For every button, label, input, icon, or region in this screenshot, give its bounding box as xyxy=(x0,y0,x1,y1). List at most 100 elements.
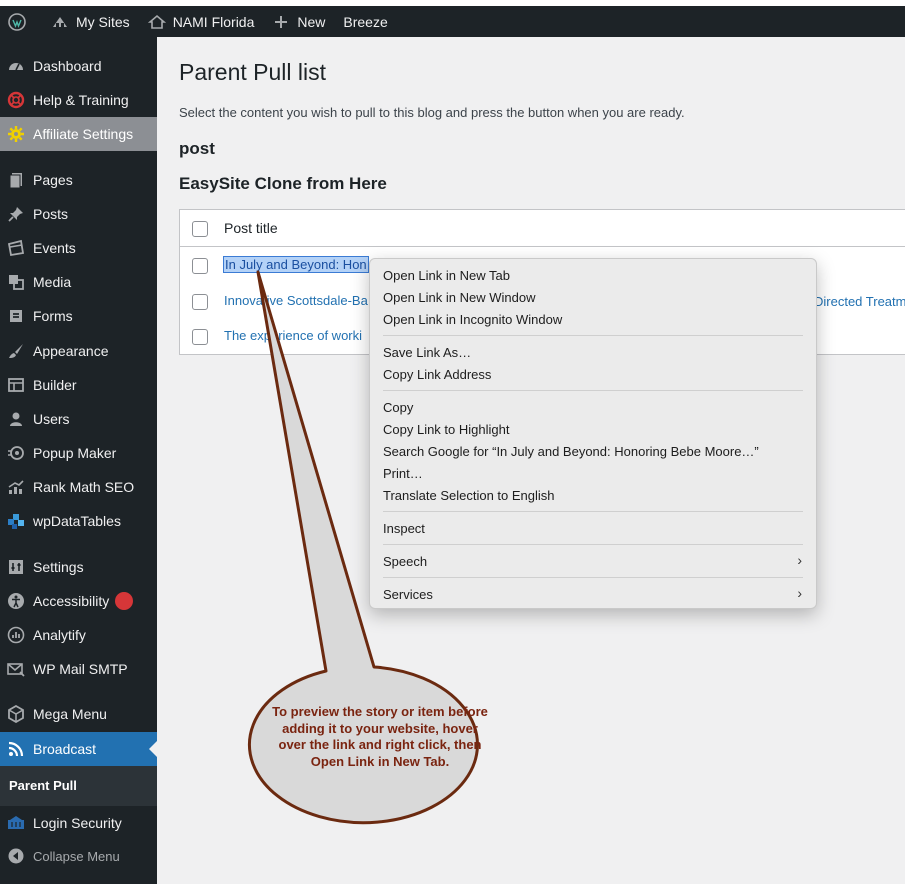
menu-item-open-new-tab[interactable]: Open Link in New Tab xyxy=(383,268,510,283)
collapse-icon xyxy=(6,846,26,866)
sidebar-item-label: Builder xyxy=(33,377,77,393)
page-title: Parent Pull list xyxy=(179,59,327,85)
sidebar-item-label: Rank Math SEO xyxy=(33,479,135,495)
analytics-icon xyxy=(6,625,26,645)
sidebar-item-label: Broadcast xyxy=(33,741,97,757)
select-all-checkbox[interactable] xyxy=(192,221,208,237)
pin-icon xyxy=(6,204,26,224)
menu-item-copy-link-address[interactable]: Copy Link Address xyxy=(383,367,491,382)
pages-icon xyxy=(6,170,26,190)
menu-item-inspect[interactable]: Inspect xyxy=(383,521,425,536)
sidebar-item-forms[interactable]: Forms xyxy=(0,299,157,333)
menu-item-save-link-as[interactable]: Save Link As… xyxy=(383,345,471,360)
sidebar-item-users[interactable]: Users xyxy=(0,402,157,436)
sidebar-item-label: Appearance xyxy=(33,343,109,359)
sidebar-item-media[interactable]: Media xyxy=(0,265,157,299)
events-icon xyxy=(6,238,26,258)
sidebar-item-appearance[interactable]: Appearance xyxy=(0,334,157,368)
table-row-link[interactable]: In July and Beyond: Hon xyxy=(223,256,369,273)
sidebar-item-label: Users xyxy=(33,411,70,427)
sidebar-item-pages[interactable]: Pages xyxy=(0,163,157,197)
sidebar-item-broadcast[interactable]: Broadcast xyxy=(0,732,157,766)
menu-item-search-google[interactable]: Search Google for “In July and Beyond: H… xyxy=(383,444,759,459)
sidebar-item-rank-math-seo[interactable]: Rank Math SEO xyxy=(0,470,157,504)
column-post-title[interactable]: Post title xyxy=(224,220,278,236)
sidebar-item-popup-maker[interactable]: Popup Maker xyxy=(0,436,157,470)
gear-icon xyxy=(6,124,26,144)
chart-icon xyxy=(6,477,26,497)
settings-icon xyxy=(6,557,26,577)
sidebar-item-builder[interactable]: Builder xyxy=(0,368,157,402)
row-checkbox[interactable] xyxy=(192,258,208,274)
submenu-item-parent-pull[interactable]: Parent Pull xyxy=(9,778,77,793)
my-sites-label: My Sites xyxy=(76,13,130,30)
sidebar-item-posts[interactable]: Posts xyxy=(0,197,157,231)
my-sites-menu[interactable]: My Sites xyxy=(43,6,140,37)
media-icon xyxy=(6,272,26,292)
sidebar-item-dashboard[interactable]: Dashboard xyxy=(0,49,157,83)
wp-logo-menu[interactable] xyxy=(0,6,43,37)
context-menu: Open Link in New Tab Open Link in New Wi… xyxy=(369,258,817,609)
sidebar-item-label: Forms xyxy=(33,308,73,324)
submenu-chevron-icon: › xyxy=(797,552,802,568)
sidebar-item-settings[interactable]: Settings xyxy=(0,550,157,584)
sidebar-item-help-training[interactable]: Help & Training xyxy=(0,83,157,117)
site-name-menu[interactable]: NAMI Florida xyxy=(140,6,265,37)
sidebar-item-label: Pages xyxy=(33,172,73,188)
sidebar-item-login-security[interactable]: Login Security xyxy=(0,806,157,840)
menu-separator xyxy=(383,335,803,336)
new-content-menu[interactable]: New xyxy=(264,6,335,37)
sidebar-item-label: Posts xyxy=(33,206,69,222)
menu-item-copy-link-to-highlight[interactable]: Copy Link to Highlight xyxy=(383,422,509,437)
sidebar-item-wp-mail-smtp[interactable]: WP Mail SMTP xyxy=(0,652,157,686)
sidebar-item-label: Popup Maker xyxy=(33,445,117,461)
menu-separator xyxy=(383,544,803,545)
sidebar-item-label: Analytify xyxy=(33,627,86,643)
menu-item-services[interactable]: Services xyxy=(383,587,433,602)
row-checkbox[interactable] xyxy=(192,294,208,310)
table-row-link-tail[interactable]: Directed Treatm xyxy=(814,294,905,309)
sidebar-item-label: wpDataTables xyxy=(33,513,121,529)
broadcast-submenu: Parent Pull xyxy=(0,766,157,806)
clone-source-heading: EasySite Clone from Here xyxy=(179,174,387,193)
menu-item-open-incognito[interactable]: Open Link in Incognito Window xyxy=(383,312,562,327)
home-icon xyxy=(147,13,166,31)
sidebar-item-label: Dashboard xyxy=(33,58,102,74)
sidebar-item-analytify[interactable]: Analytify xyxy=(0,618,157,652)
row-checkbox[interactable] xyxy=(192,329,208,345)
callout-text: To preview the story or item before addi… xyxy=(272,704,488,769)
mail-icon xyxy=(6,659,26,679)
collapse-label: Collapse Menu xyxy=(33,848,120,864)
menu-item-print[interactable]: Print… xyxy=(383,466,423,481)
sidebar-item-wpdatatables[interactable]: wpDataTables xyxy=(0,504,157,538)
sidebar-item-affiliate-settings[interactable]: Affiliate Settings xyxy=(0,117,157,151)
notification-badge xyxy=(115,592,134,610)
sidebar-item-label: Accessibility xyxy=(33,593,110,609)
collapse-menu-button[interactable]: Collapse Menu xyxy=(0,839,157,873)
sidebar-item-label: Mega Menu xyxy=(33,706,107,722)
site-name-label: NAMI Florida xyxy=(172,13,255,30)
user-icon xyxy=(6,409,26,429)
sidebar-item-label: Settings xyxy=(33,559,84,575)
accessibility-icon xyxy=(6,591,26,611)
shield-icon xyxy=(6,813,26,833)
menu-item-speech[interactable]: Speech xyxy=(383,554,427,569)
dashboard-icon xyxy=(6,56,26,76)
menu-item-copy[interactable]: Copy xyxy=(383,400,413,415)
table-icon xyxy=(6,511,26,531)
sidebar-item-mega-menu[interactable]: Mega Menu xyxy=(0,697,157,731)
sidebar-item-label: Help & Training xyxy=(33,92,129,108)
megamenu-icon xyxy=(6,704,26,724)
menu-item-translate[interactable]: Translate Selection to English xyxy=(383,488,555,503)
builder-icon xyxy=(6,375,26,395)
sidebar-item-label: Events xyxy=(33,240,76,256)
rss-icon xyxy=(6,739,26,759)
menu-item-open-new-window[interactable]: Open Link in New Window xyxy=(383,290,535,305)
sidebar-item-events[interactable]: Events xyxy=(0,231,157,265)
breeze-menu[interactable]: Breeze xyxy=(335,6,397,37)
submenu-chevron-icon: › xyxy=(797,585,802,601)
table-row-link[interactable]: Innovative Scottsdale-Ba xyxy=(224,293,368,308)
table-row-link[interactable]: The experience of worki xyxy=(224,328,362,343)
sidebar-item-accessibility[interactable]: Accessibility xyxy=(0,584,157,618)
sidebar-item-label: Media xyxy=(33,274,72,290)
